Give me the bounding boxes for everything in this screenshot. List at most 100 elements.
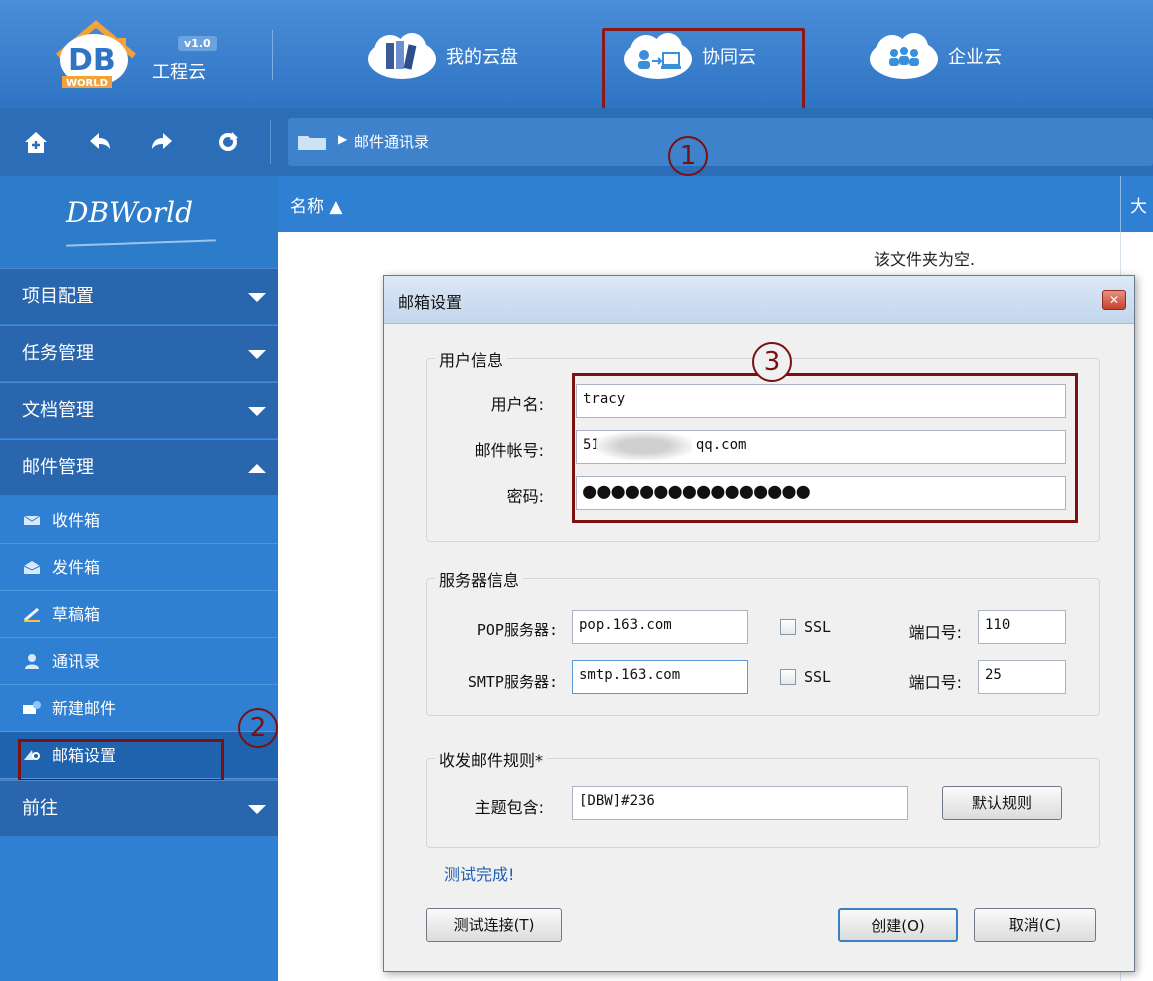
server-info-group: 服务器信息 (426, 567, 1100, 716)
draft-icon (24, 607, 40, 622)
people-cloud-icon (870, 33, 938, 79)
pop-server-label: POP服务器: (476, 621, 558, 639)
new-mail-icon (23, 701, 41, 714)
tab-label: 企业云 (948, 47, 1002, 68)
pop-port-field[interactable]: 110 (978, 610, 1066, 644)
email-account-label: 邮件帐号: (474, 441, 544, 460)
pop-port-label: 端口号: (908, 623, 962, 642)
item-label: 新建邮件 (52, 699, 117, 718)
smtp-ssl-checkbox[interactable]: SSL (780, 668, 831, 686)
sidebar-group-go-to[interactable]: 前往 (0, 780, 278, 836)
sidebar-brand: DBWorld (0, 176, 278, 268)
app-name: 工程云 (152, 62, 206, 83)
dialog-title-bar[interactable]: 邮箱设置 ✕ (384, 276, 1134, 324)
subject-rule-field[interactable]: [DBW]#236 (572, 786, 908, 820)
tab-my-cloud-drive[interactable]: 我的云盘 (362, 24, 518, 88)
divider (272, 30, 273, 80)
column-size-header[interactable]: 大 (1130, 192, 1147, 217)
folder-icon (298, 136, 326, 150)
checkbox-icon (780, 669, 796, 685)
chevron-up-icon (248, 464, 266, 473)
home-icon[interactable] (22, 128, 50, 156)
tab-label: 我的云盘 (446, 47, 518, 68)
sidebar-group-project-config[interactable]: 项目配置 (0, 268, 278, 324)
breadcrumb: ▶ 邮件通讯录 (288, 118, 1153, 166)
status-message: 测试完成! (444, 865, 515, 884)
create-button[interactable]: 创建(O) (838, 908, 958, 942)
file-list-header: 名称 ▲ 大 (278, 176, 1153, 232)
svg-text:WORLD: WORLD (66, 78, 108, 89)
group-label: 邮件管理 (22, 457, 94, 478)
db-world-logo-icon: DB WORLD (56, 20, 136, 89)
chevron-down-icon (248, 805, 266, 814)
svg-text:DB: DB (68, 43, 116, 78)
version-badge: v1.0 (178, 36, 217, 51)
mail-settings-dialog: 邮箱设置 ✕ 用户信息 用户名: tracy 邮件帐号: 51 qq.com 密码… (383, 275, 1135, 972)
annotation-marker-1: 1 (668, 136, 708, 176)
group-title: 用户信息 (435, 347, 508, 371)
group-label: 前往 (22, 798, 58, 819)
item-label: 草稿箱 (52, 605, 101, 624)
brand-underline (66, 239, 216, 247)
item-label: 收件箱 (52, 511, 101, 530)
refresh-icon[interactable] (214, 128, 242, 156)
annotation-box-settings (18, 739, 224, 782)
checkbox-label: SSL (804, 668, 832, 686)
pop-ssl-checkbox[interactable]: SSL (780, 618, 831, 636)
chevron-down-icon (248, 407, 266, 416)
annotation-box-tab (602, 28, 805, 114)
breadcrumb-path[interactable]: 邮件通讯录 (354, 131, 429, 152)
sidebar-item-new-mail[interactable]: 新建邮件 (0, 685, 278, 732)
item-label: 通讯录 (52, 652, 101, 671)
top-bar: DB WORLD v1.0 工程云 我的云盘 协同云 企业云 (0, 0, 1153, 114)
annotation-box-credentials (572, 373, 1078, 523)
annotation-marker-2: 2 (238, 708, 278, 748)
sidebar-item-drafts[interactable]: 草稿箱 (0, 591, 278, 638)
sidebar-item-contacts[interactable]: 通讯录 (0, 638, 278, 685)
smtp-port-field[interactable]: 25 (978, 660, 1066, 694)
smtp-server-label: SMTP服务器: (467, 673, 558, 691)
brand-name: DBWorld (66, 196, 194, 229)
checkbox-label: SSL (804, 618, 832, 636)
group-label: 任务管理 (22, 343, 94, 364)
sidebar: DBWorld 项目配置 任务管理 文档管理 邮件管理 收件箱 发件箱 草稿箱 … (0, 176, 278, 981)
dialog-title: 邮箱设置 (398, 293, 463, 312)
annotation-marker-3: 3 (752, 342, 792, 382)
contacts-icon (25, 654, 39, 669)
pop-server-field[interactable]: pop.163.com (572, 610, 748, 644)
username-label: 用户名: (490, 395, 544, 414)
sidebar-item-outbox[interactable]: 发件箱 (0, 544, 278, 591)
divider (270, 120, 271, 164)
bookshelf-cloud-icon (368, 33, 436, 79)
test-connection-button[interactable]: 测试连接(T) (426, 908, 562, 942)
item-label: 发件箱 (52, 558, 101, 577)
sidebar-group-document-management[interactable]: 文档管理 (0, 382, 278, 438)
inbox-icon (23, 515, 41, 525)
checkbox-icon (780, 619, 796, 635)
password-label: 密码: (506, 487, 544, 506)
chevron-right-icon: ▶ (338, 132, 348, 146)
app-logo: DB WORLD v1.0 工程云 (48, 14, 248, 94)
group-title: 服务器信息 (435, 567, 524, 591)
cancel-button[interactable]: 取消(C) (974, 908, 1096, 942)
subject-label: 主题包含: (474, 798, 544, 817)
group-label: 项目配置 (22, 286, 94, 307)
tab-enterprise-cloud[interactable]: 企业云 (864, 24, 1002, 88)
column-name-header[interactable]: 名称 ▲ (290, 192, 342, 217)
sidebar-item-inbox[interactable]: 收件箱 (0, 497, 278, 544)
default-rule-button[interactable]: 默认规则 (942, 786, 1062, 820)
sidebar-group-mail-management[interactable]: 邮件管理 (0, 439, 278, 495)
group-label: 文档管理 (22, 400, 94, 421)
smtp-port-label: 端口号: (908, 673, 962, 692)
forward-icon[interactable] (148, 128, 176, 156)
column-divider[interactable] (1120, 176, 1121, 232)
close-icon[interactable]: ✕ (1102, 290, 1126, 310)
group-title: 收发邮件规则* (435, 747, 548, 771)
sidebar-group-task-management[interactable]: 任务管理 (0, 325, 278, 381)
nav-bar: ▶ 邮件通讯录 (0, 108, 1153, 176)
outbox-icon (23, 561, 41, 574)
smtp-server-field[interactable]: smtp.163.com (572, 660, 748, 694)
chevron-down-icon (248, 350, 266, 359)
back-icon[interactable] (86, 128, 114, 156)
chevron-down-icon (248, 293, 266, 302)
